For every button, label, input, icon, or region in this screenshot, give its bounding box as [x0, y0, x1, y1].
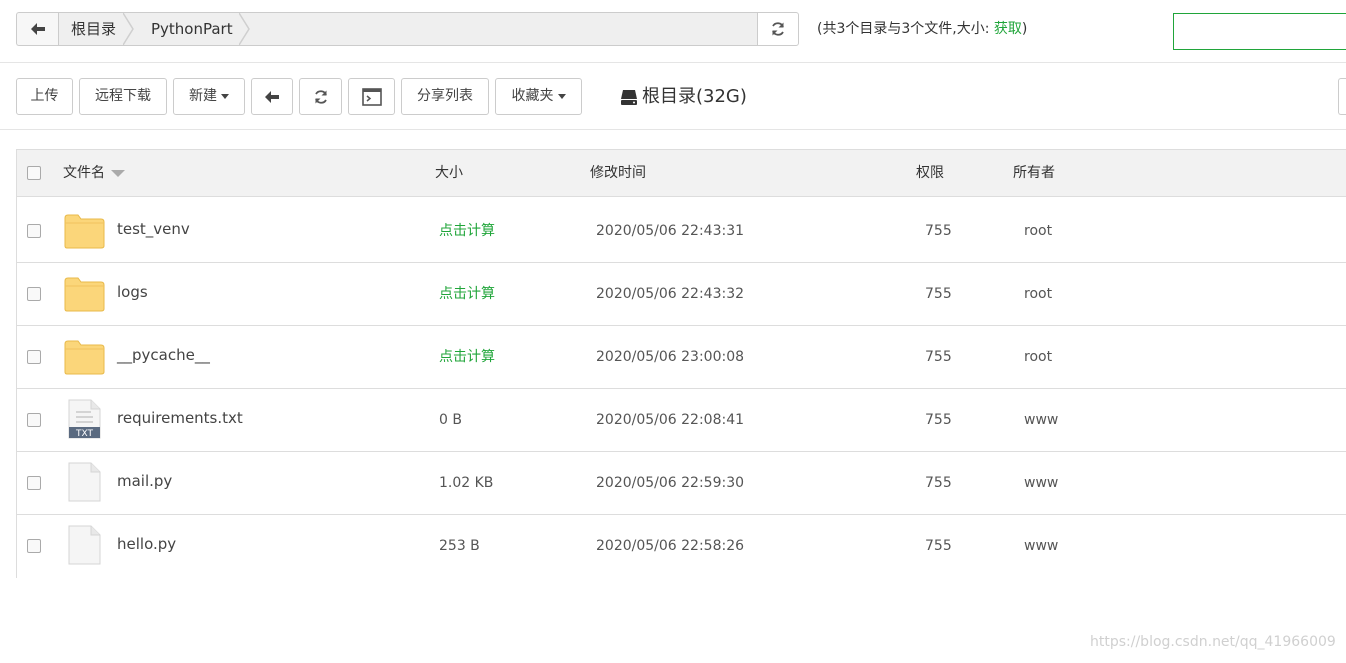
- header-mtime[interactable]: 修改时间: [590, 150, 646, 196]
- table-row[interactable]: hello.py 253 B 2020/05/06 22:58:26 755 www: [17, 515, 1346, 578]
- refresh-icon: [314, 89, 327, 104]
- calc-size-link[interactable]: 点击计算: [439, 263, 495, 325]
- crumb-separator: [123, 13, 134, 45]
- file-owner[interactable]: www: [1024, 452, 1058, 514]
- refresh-button[interactable]: [299, 78, 342, 115]
- caret-down-icon: [557, 93, 566, 99]
- calc-size-link[interactable]: 点击计算: [439, 200, 495, 262]
- row-checkbox[interactable]: [27, 413, 41, 427]
- header-filename-label: 文件名: [63, 165, 105, 181]
- file-name[interactable]: requirements.txt: [117, 389, 243, 451]
- txt-file-icon: TXT: [68, 399, 101, 439]
- file-owner[interactable]: www: [1024, 515, 1058, 577]
- share-list-button[interactable]: 分享列表: [401, 78, 489, 115]
- table-row[interactable]: __pycache__ 点击计算 2020/05/06 23:00:08 755 roo…: [17, 326, 1346, 389]
- file-icon: [68, 525, 101, 565]
- header-filename[interactable]: 文件名: [63, 150, 125, 196]
- row-checkbox[interactable]: [27, 539, 41, 553]
- favorites-dropdown-button[interactable]: 收藏夹: [495, 78, 582, 115]
- row-checkbox[interactable]: [27, 350, 41, 364]
- file-mtime: 2020/05/06 23:00:08: [596, 349, 745, 365]
- row-checkbox[interactable]: [27, 224, 41, 238]
- disk-label-text: 根目录(32G): [642, 86, 747, 107]
- hard-drive-icon: [621, 90, 637, 105]
- header-permission[interactable]: 权限: [916, 150, 944, 196]
- file-size: 1.02 KB: [439, 475, 494, 491]
- file-icon: [68, 462, 101, 502]
- file-name[interactable]: __pycache__: [117, 326, 210, 388]
- arrow-left-icon: [265, 90, 279, 103]
- file-mtime: 2020/05/06 22:08:41: [596, 412, 745, 428]
- folder-icon: [64, 340, 105, 375]
- file-name[interactable]: hello.py: [117, 515, 176, 577]
- file-name[interactable]: mail.py: [117, 452, 172, 514]
- path-refresh-button[interactable]: [757, 12, 799, 46]
- file-size: 253 B: [439, 538, 480, 554]
- new-dropdown-button[interactable]: 新建: [173, 78, 245, 115]
- get-size-link[interactable]: 获取: [994, 21, 1022, 37]
- file-permission[interactable]: 755: [925, 515, 952, 577]
- file-permission[interactable]: 755: [925, 200, 952, 262]
- crumb-root[interactable]: 根目录: [59, 13, 125, 45]
- file-mtime: 2020/05/06 22:43:31: [596, 223, 745, 239]
- calc-size-link[interactable]: 点击计算: [439, 326, 495, 388]
- search-input[interactable]: [1173, 13, 1346, 50]
- file-mtime: 2020/05/06 22:43:32: [596, 286, 745, 302]
- table-row[interactable]: mail.py 1.02 KB 2020/05/06 22:59:30 755 www: [17, 452, 1346, 515]
- select-all-checkbox[interactable]: [27, 166, 41, 180]
- row-checkbox[interactable]: [27, 476, 41, 490]
- arrow-left-icon: [30, 23, 45, 35]
- summary-text: (共3个目录与3个文件,大小:: [817, 21, 994, 37]
- new-label: 新建: [189, 88, 217, 104]
- divider: [0, 62, 1346, 63]
- folder-icon: [64, 214, 105, 249]
- file-owner[interactable]: root: [1024, 263, 1052, 325]
- row-checkbox[interactable]: [27, 287, 41, 301]
- favorites-label: 收藏夹: [511, 88, 554, 104]
- file-permission[interactable]: 755: [925, 389, 952, 451]
- crumb-pythonpart[interactable]: PythonPart: [139, 13, 239, 45]
- disk-label: 根目录(32G): [620, 82, 747, 112]
- remote-download-button[interactable]: 远程下载: [79, 78, 167, 115]
- summary-end: ): [1021, 21, 1028, 37]
- table-row[interactable]: logs 点击计算 2020/05/06 22:43:32 755 root: [17, 263, 1346, 326]
- table-row[interactable]: TXT requirements.txt 0 B 2020/05/06 22:08:4…: [17, 389, 1346, 452]
- crumb-separator: [239, 13, 250, 45]
- file-size: 0 B: [439, 412, 462, 428]
- breadcrumb: 根目录 PythonPart: [58, 12, 758, 46]
- file-permission[interactable]: 755: [925, 326, 952, 388]
- file-table: 文件名 大小 修改时间 权限 所有者 test_venv 点击计算 2020/05/…: [16, 149, 1346, 578]
- sort-down-icon: [111, 169, 125, 177]
- file-name[interactable]: logs: [117, 263, 148, 325]
- folder-icon: [64, 277, 105, 312]
- file-owner[interactable]: www: [1024, 389, 1058, 451]
- file-mtime: 2020/05/06 22:58:26: [596, 538, 745, 554]
- file-name[interactable]: test_venv: [117, 200, 190, 262]
- refresh-icon: [772, 22, 784, 36]
- caret-down-icon: [221, 93, 229, 99]
- header-owner[interactable]: 所有者: [1013, 150, 1055, 196]
- file-permission[interactable]: 755: [925, 452, 952, 514]
- file-owner[interactable]: root: [1024, 200, 1052, 262]
- back-button[interactable]: [251, 78, 293, 115]
- file-mtime: 2020/05/06 22:59:30: [596, 475, 745, 491]
- terminal-icon: [361, 87, 382, 106]
- file-permission[interactable]: 755: [925, 263, 952, 325]
- terminal-button[interactable]: [348, 78, 395, 115]
- watermark: https://blog.csdn.net/qq_41966009: [1090, 634, 1336, 650]
- divider: [0, 129, 1346, 130]
- upload-button[interactable]: 上传: [16, 78, 73, 115]
- table-row[interactable]: test_venv 点击计算 2020/05/06 22:43:31 755 root: [17, 200, 1346, 263]
- toolbar-right-button[interactable]: [1338, 78, 1346, 115]
- path-back-button[interactable]: [16, 12, 58, 46]
- header-size[interactable]: 大小: [435, 150, 463, 196]
- directory-summary: (共3个目录与3个文件,大小: 获取): [817, 12, 1027, 46]
- txt-badge-label: TXT: [75, 429, 94, 439]
- file-owner[interactable]: root: [1024, 326, 1052, 388]
- table-header: 文件名 大小 修改时间 权限 所有者: [17, 150, 1346, 197]
